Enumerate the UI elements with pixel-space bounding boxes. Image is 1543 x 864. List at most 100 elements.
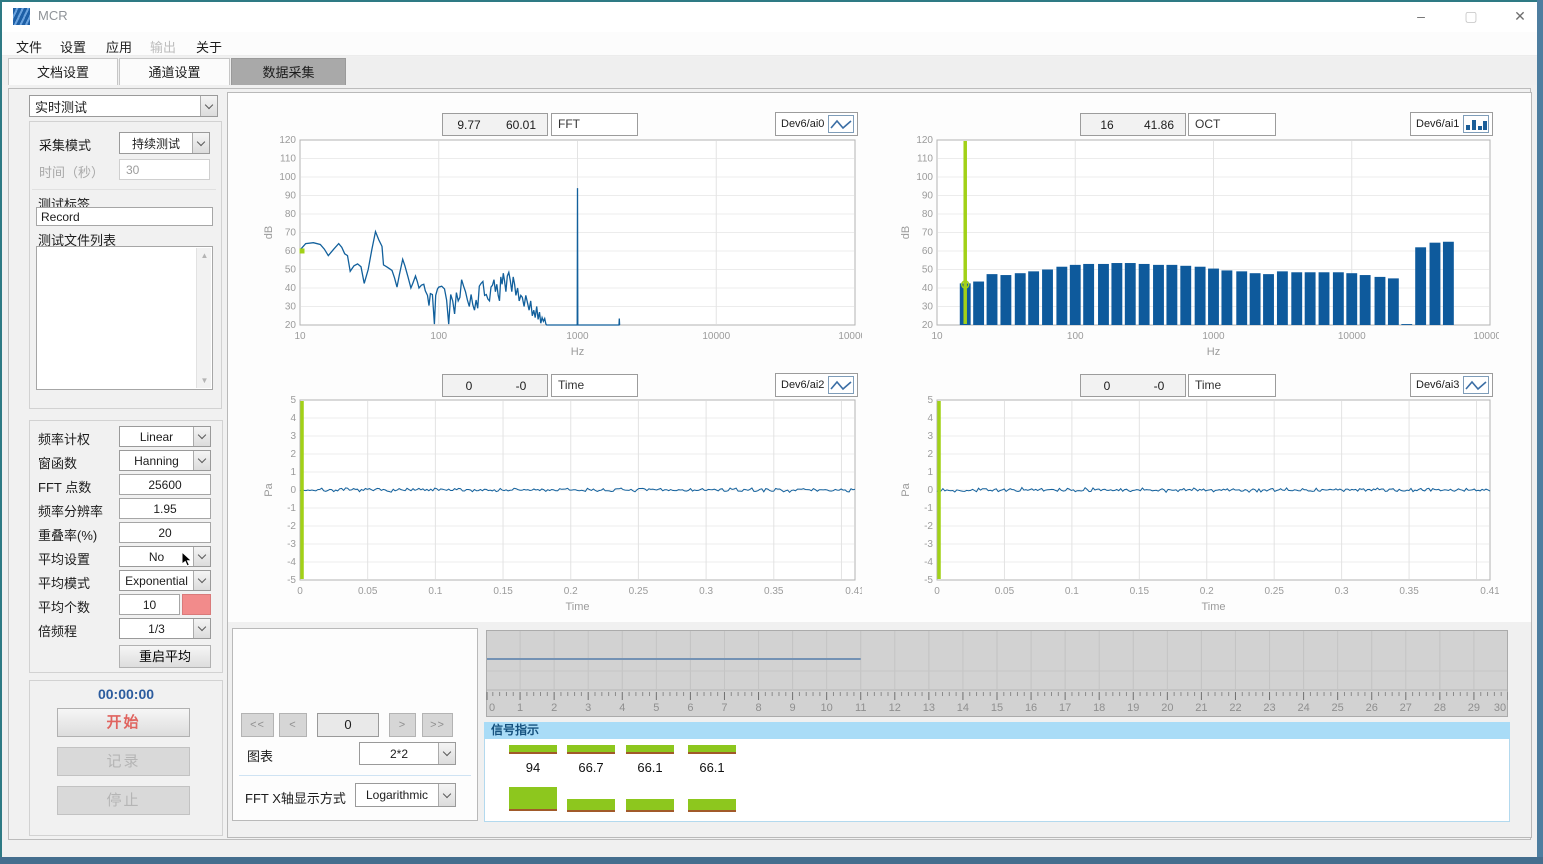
average-count-input[interactable] <box>119 594 180 615</box>
acquisition-mode-select[interactable]: 持续测试 <box>119 132 210 154</box>
chart-layout-select[interactable]: 2*2 <box>359 742 456 765</box>
svg-text:Pa: Pa <box>900 482 912 496</box>
octave-label: 倍频程 <box>38 621 77 640</box>
oct-type-box[interactable]: OCT <box>1188 113 1276 136</box>
svg-text:4: 4 <box>927 413 933 424</box>
start-button[interactable]: 开始 <box>57 708 190 737</box>
svg-text:80: 80 <box>285 209 297 220</box>
page-prev-button[interactable]: < <box>279 713 307 737</box>
svg-text:0.15: 0.15 <box>1130 586 1150 597</box>
display-control-panel: << < 0 > >> 图表 2*2 FFT X轴显示方式 Logarithmi… <box>232 628 478 821</box>
chevron-down-icon[interactable] <box>193 451 210 470</box>
overlap-label: 重叠率(%) <box>38 525 97 544</box>
signal-panel-header: 信号指示 <box>484 722 1510 739</box>
svg-text:28: 28 <box>1434 702 1446 714</box>
menu-settings[interactable]: 设置 <box>54 35 92 58</box>
svg-text:7: 7 <box>721 702 727 714</box>
svg-text:-4: -4 <box>287 557 296 568</box>
tab-channel-settings[interactable]: 通道设置 <box>119 58 230 85</box>
fft-chart[interactable]: 2030405060708090100110120101001000100001… <box>262 134 862 356</box>
window-func-select[interactable]: Hanning <box>119 450 211 471</box>
chevron-down-icon[interactable] <box>193 619 210 638</box>
minimize-button[interactable]: – <box>1398 0 1444 32</box>
svg-text:26: 26 <box>1366 702 1378 714</box>
svg-text:-3: -3 <box>287 539 296 550</box>
average-mode-select[interactable]: Exponential <box>119 570 211 591</box>
svg-text:50: 50 <box>285 265 297 276</box>
svg-text:-1: -1 <box>924 503 933 514</box>
chevron-down-icon[interactable] <box>193 571 210 590</box>
restart-average-button[interactable]: 重启平均 <box>119 645 211 668</box>
time1-chart[interactable]: -5-4-3-2-101234500.050.10.150.20.250.30.… <box>262 394 862 616</box>
svg-text:0: 0 <box>934 586 940 597</box>
time2-chart[interactable]: -5-4-3-2-101234500.050.10.150.20.250.30.… <box>899 394 1499 616</box>
scroll-up-icon[interactable]: ▲ <box>197 248 212 263</box>
freq-weighting-select[interactable]: Linear <box>119 426 211 447</box>
fft-type-box[interactable]: FFT <box>551 113 638 136</box>
fft-points-input[interactable] <box>119 474 211 495</box>
window-border[interactable] <box>0 857 1543 864</box>
tab-data-acquisition[interactable]: 数据采集 <box>231 58 346 85</box>
svg-text:1000: 1000 <box>1202 331 1225 342</box>
svg-text:27: 27 <box>1400 702 1412 714</box>
oct-chart[interactable]: 2030405060708090100110120101001000100001… <box>899 134 1499 356</box>
chevron-down-icon[interactable] <box>200 96 217 116</box>
svg-text:60: 60 <box>285 246 297 257</box>
test-mode-select[interactable]: 实时测试 <box>29 95 218 117</box>
timeline-ruler[interactable]: 0123456789101112131415161718192021222324… <box>486 630 1508 717</box>
scrollbar[interactable]: ▲ ▼ <box>196 248 211 388</box>
chevron-down-icon[interactable] <box>193 427 210 446</box>
svg-text:22: 22 <box>1229 702 1241 714</box>
chevron-down-icon[interactable] <box>438 784 455 806</box>
page-first-button[interactable]: << <box>241 713 274 737</box>
oct-channel-selector[interactable]: Dev6/ai1 <box>1410 112 1493 136</box>
menu-file[interactable]: 文件 <box>10 35 48 58</box>
overlap-input[interactable] <box>119 522 211 543</box>
svg-text:3: 3 <box>927 431 933 442</box>
freq-resolution-input[interactable] <box>119 498 211 519</box>
svg-text:100: 100 <box>1067 331 1084 342</box>
page-last-button[interactable]: >> <box>422 713 453 737</box>
svg-text:-2: -2 <box>287 521 296 532</box>
scroll-down-icon[interactable]: ▼ <box>197 373 212 388</box>
maximize-button[interactable]: ▢ <box>1448 0 1494 32</box>
average-setting-select[interactable]: No <box>119 546 211 567</box>
chevron-down-icon[interactable] <box>192 133 209 153</box>
menu-application[interactable]: 应用 <box>100 35 138 58</box>
fft-cursor-readout: 9.7760.01 <box>442 113 548 136</box>
svg-text:0: 0 <box>489 702 495 714</box>
svg-text:70: 70 <box>285 228 297 239</box>
svg-text:110: 110 <box>917 154 933 165</box>
svg-text:10000: 10000 <box>702 331 730 342</box>
window-border[interactable] <box>1537 0 1543 864</box>
title-bar: MCR – ▢ ✕ <box>0 0 1543 32</box>
signal-level-value: 94 <box>509 760 557 775</box>
chevron-down-icon[interactable] <box>193 547 210 566</box>
svg-text:70: 70 <box>922 228 934 239</box>
tab-document-settings[interactable]: 文档设置 <box>8 58 118 85</box>
svg-text:dB: dB <box>263 226 275 239</box>
svg-text:90: 90 <box>285 191 297 202</box>
svg-text:24: 24 <box>1297 702 1309 714</box>
svg-text:-1: -1 <box>287 503 296 514</box>
signal-level-value: 66.7 <box>567 760 615 775</box>
fft-xaxis-mode-select[interactable]: Logarithmic <box>355 783 456 807</box>
test-tag-input[interactable] <box>36 207 213 226</box>
page-next-button[interactable]: > <box>389 713 416 737</box>
chevron-down-icon[interactable] <box>438 743 455 764</box>
svg-text:-4: -4 <box>924 557 933 568</box>
signal-status-bar <box>688 799 736 812</box>
svg-text:40: 40 <box>285 283 297 294</box>
svg-text:80: 80 <box>922 209 934 220</box>
acquisition-mode-label: 采集模式 <box>39 135 91 154</box>
octave-select[interactable]: 1/3 <box>119 618 211 639</box>
fft-channel-selector[interactable]: Dev6/ai0 <box>775 112 858 136</box>
menu-about[interactable]: 关于 <box>190 35 228 58</box>
svg-text:21: 21 <box>1195 702 1207 714</box>
svg-text:10: 10 <box>931 331 943 342</box>
menu-output: 输出 <box>144 35 182 58</box>
test-file-listbox[interactable]: ▲ ▼ <box>36 246 213 390</box>
time-seconds-input[interactable] <box>119 159 210 180</box>
svg-text:13: 13 <box>923 702 935 714</box>
page-number-box[interactable]: 0 <box>317 713 379 737</box>
